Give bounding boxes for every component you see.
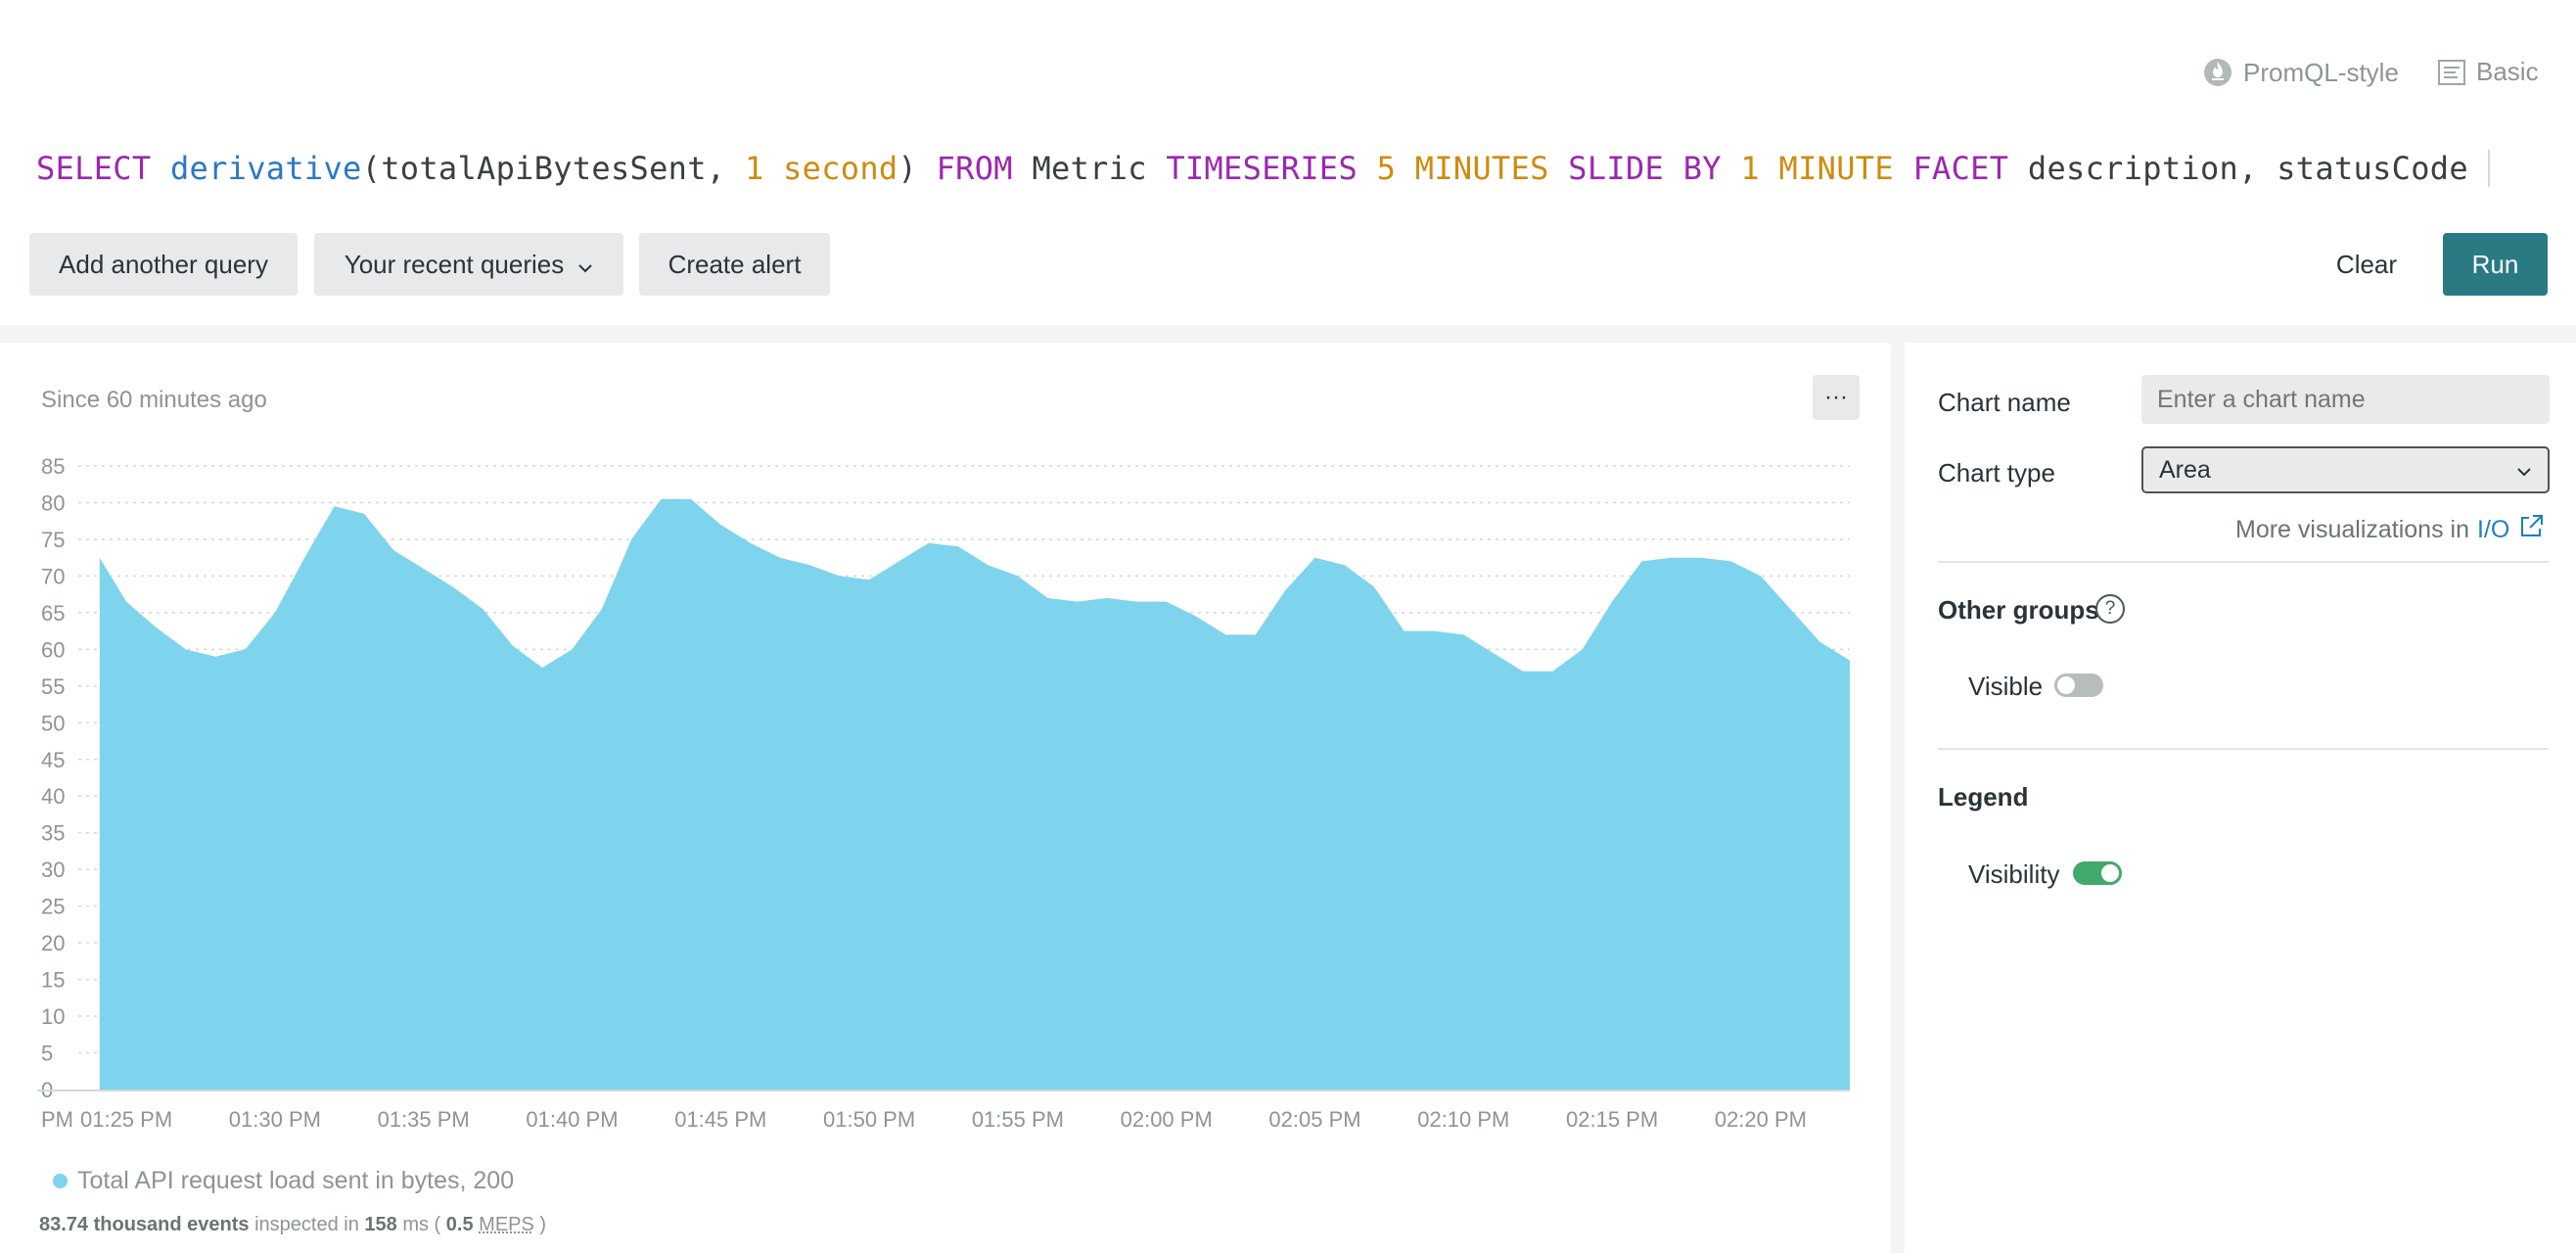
visibility-label: Visibility — [1968, 859, 2060, 889]
legend-swatch — [53, 1174, 68, 1188]
x-tick-label: 01:40 PM — [526, 1107, 618, 1132]
duration-ms: 158 — [364, 1214, 397, 1235]
chart-type-select[interactable]: Area — [2141, 446, 2550, 493]
y-tick-label: 35 — [41, 821, 65, 846]
y-tick-label: 30 — [41, 858, 65, 882]
y-tick-label: 5 — [41, 1042, 53, 1066]
promql-mode-label: PromQL-style — [2243, 57, 2399, 87]
x-tick-label: 01:55 PM — [972, 1107, 1064, 1132]
chart-legend-item[interactable]: Total API request load sent in bytes, 20… — [53, 1167, 514, 1195]
x-tick-label: 02:20 PM — [1715, 1107, 1807, 1132]
y-tick-label: 65 — [41, 601, 65, 626]
x-tick-label: 01:30 PM — [229, 1107, 321, 1132]
query-token: 5 MINUTES — [1376, 150, 1569, 187]
chart-card: Since 60 minutes ago ··· 0 5 10 15 20 25 30 35 4… — [0, 343, 1891, 1253]
stats-close: ) — [539, 1214, 547, 1235]
text-cursor — [2487, 150, 2490, 187]
chart-type-label: Chart type — [1938, 458, 2055, 487]
x-tick-label: 02:00 PM — [1121, 1107, 1213, 1132]
y-tick-label: 40 — [41, 784, 65, 809]
legend-label: Total API request load sent in bytes, 20… — [77, 1167, 515, 1194]
y-tick-label: 55 — [41, 674, 65, 699]
x-tick-label: 02:15 PM — [1566, 1107, 1658, 1132]
y-tick-label: 70 — [41, 564, 65, 588]
chart-type-value: Area — [2159, 455, 2211, 484]
inspected-label: inspected in — [254, 1214, 359, 1235]
events-count: 83.74 thousand events — [39, 1214, 250, 1235]
help-icon[interactable]: ? — [2095, 594, 2125, 624]
divider — [1938, 748, 2549, 750]
query-token: ) — [897, 150, 937, 187]
query-token: derivative — [169, 150, 362, 187]
chart-name-input[interactable] — [2141, 375, 2550, 424]
legend-visibility-toggle[interactable] — [2073, 861, 2122, 885]
query-token: TIMESERIES — [1166, 150, 1377, 187]
query-stats: 83.74 thousand events inspected in 158 m… — [39, 1214, 546, 1236]
query-token: 1 second — [744, 150, 898, 187]
query-token: SLIDE BY — [1568, 150, 1741, 187]
query-token: SELECT — [36, 150, 170, 187]
prometheus-icon — [2202, 57, 2233, 88]
basic-mode-toggle[interactable]: Basic — [2437, 57, 2539, 87]
visible-label: Visible — [1968, 672, 2044, 701]
y-tick-label: 20 — [41, 931, 65, 955]
y-tick-label: 75 — [41, 528, 65, 552]
query-token: FACET — [1912, 150, 2028, 187]
chart-name-label: Chart name — [1938, 388, 2071, 417]
divider — [1938, 561, 2549, 563]
x-tick-label: 02:10 PM — [1417, 1107, 1509, 1132]
basic-editor-icon — [2437, 59, 2466, 86]
more-visualizations-text: More visualizations in — [2235, 516, 2469, 543]
area-series — [99, 498, 1851, 1090]
y-tick-label: 10 — [41, 1004, 65, 1029]
y-tick-label: 15 — [41, 968, 65, 993]
recent-queries-dropdown[interactable]: Your recent queries — [314, 233, 623, 296]
clear-label: Clear — [2335, 249, 2398, 279]
nrql-query-input[interactable]: SELECT derivative (totalApiBytesSent, 1 s… — [36, 145, 2490, 192]
create-alert-button[interactable]: Create alert — [639, 233, 830, 296]
x-tick-label: 01:35 PM — [378, 1107, 470, 1132]
promql-mode-toggle[interactable]: PromQL-style — [2202, 57, 2399, 88]
y-tick-label: 25 — [41, 895, 65, 919]
run-button[interactable]: Run — [2443, 233, 2548, 296]
y-tick-label: 60 — [41, 637, 65, 662]
run-label: Run — [2471, 249, 2519, 279]
external-link-icon[interactable] — [2517, 513, 2545, 547]
add-another-query-label: Add another query — [59, 249, 268, 279]
query-token: description, statusCode — [2027, 150, 2468, 187]
more-visualizations: More visualizations in I/O — [2235, 513, 2545, 547]
y-tick-label: 80 — [41, 490, 65, 515]
meps-unit: MEPS — [479, 1214, 534, 1235]
add-another-query-button[interactable]: Add another query — [29, 233, 298, 296]
visible-toggle[interactable] — [2054, 673, 2103, 697]
area-chart[interactable]: 0510152025303540455055606570758085PM 01:2… — [0, 343, 1891, 1165]
io-link[interactable]: I/O — [2477, 516, 2509, 544]
x-tick-label: 01:50 PM — [823, 1107, 915, 1132]
other-groups-heading: Other groups — [1938, 595, 2099, 625]
query-editor-area: PromQL-style Basic SELECT derivative (tot… — [0, 0, 2576, 325]
x-tick-label: 02:05 PM — [1268, 1107, 1360, 1132]
query-token: FROM — [936, 150, 1033, 187]
query-token: Metric — [1032, 150, 1167, 187]
x-tick-label: PM — [41, 1107, 73, 1132]
y-tick-label: 45 — [41, 748, 65, 772]
basic-mode-label: Basic — [2476, 57, 2539, 86]
x-tick-label: 01:25 PM — [80, 1107, 172, 1132]
chevron-down-icon — [577, 250, 593, 280]
meps-value: 0.5 — [445, 1214, 474, 1235]
x-tick-label: 01:45 PM — [674, 1107, 766, 1132]
query-token: (totalApiBytesSent, — [361, 150, 745, 187]
y-tick-label: 50 — [41, 711, 65, 735]
y-tick-label: 85 — [41, 454, 65, 479]
recent-queries-label: Your recent queries — [344, 249, 565, 279]
query-token: 1 MINUTE — [1740, 150, 1913, 187]
clear-button[interactable]: Clear — [2320, 233, 2414, 296]
chevron-down-icon — [2516, 460, 2532, 488]
ms-unit: ms ( — [402, 1214, 441, 1235]
create-alert-label: Create alert — [667, 249, 802, 279]
legend-heading: Legend — [1938, 782, 2029, 812]
